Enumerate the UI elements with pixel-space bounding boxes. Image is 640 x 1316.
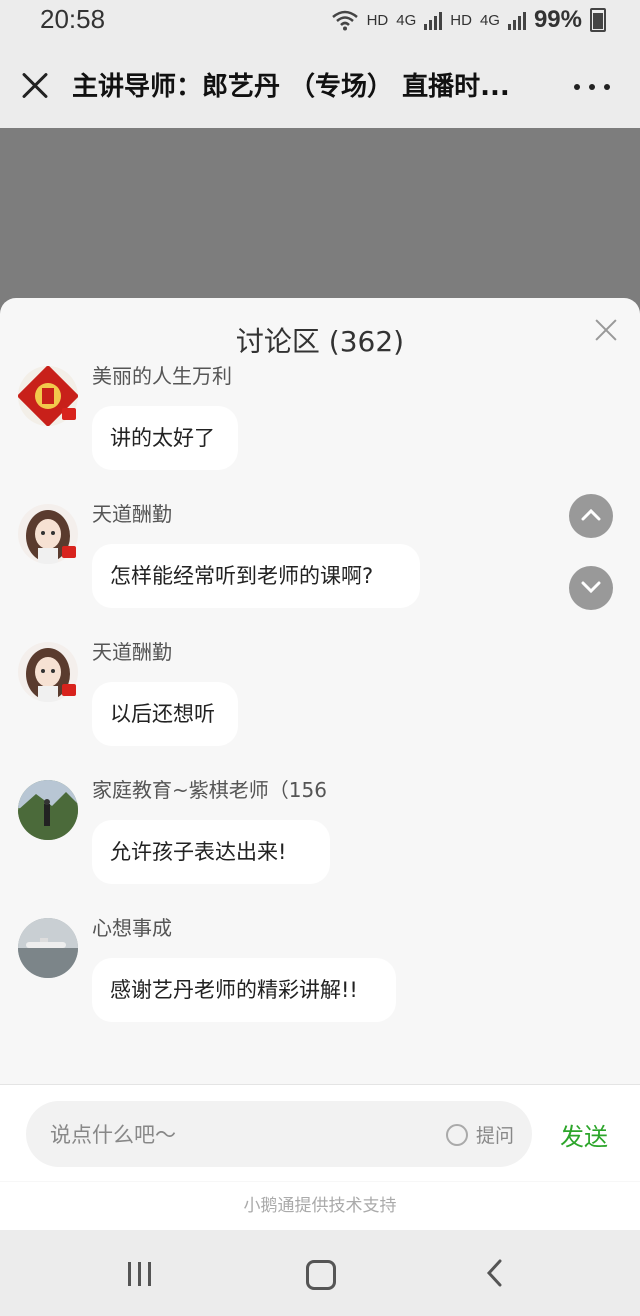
- scroll-up-button[interactable]: [569, 494, 613, 538]
- username: 天道酬勤: [92, 502, 172, 526]
- comment-box: 提问: [26, 1101, 532, 1167]
- network-label-1: 4G: [396, 11, 417, 29]
- question-radio-icon[interactable]: [446, 1123, 468, 1146]
- flag-badge-icon: [62, 546, 76, 558]
- network-label-2: 4G: [479, 11, 500, 29]
- username: 心想事成: [92, 916, 172, 940]
- chevron-up-icon: [581, 508, 601, 521]
- flag-badge-icon: [62, 408, 76, 420]
- message-bubble: 以后还想听: [92, 682, 238, 746]
- message-bubble: 感谢艺丹老师的精彩讲解!!: [92, 958, 396, 1022]
- chevron-down-icon: [581, 581, 601, 594]
- question-toggle[interactable]: 提问: [446, 1121, 514, 1148]
- discussion-title: 讨论区 (362): [235, 325, 405, 358]
- landscape-avatar-icon: [18, 780, 78, 840]
- comment-input[interactable]: [48, 1115, 432, 1155]
- home-icon[interactable]: [306, 1260, 336, 1290]
- username: 美丽的人生万利: [92, 364, 232, 388]
- input-area: 提问 发送: [0, 1084, 640, 1181]
- message-bubble: 怎样能经常听到老师的课啊?: [92, 544, 420, 608]
- recent-apps-icon[interactable]: [128, 1262, 151, 1286]
- back-icon[interactable]: [484, 1258, 504, 1288]
- video-player[interactable]: [0, 128, 640, 318]
- signal-icon: [424, 10, 443, 30]
- username: 天道酬勤: [92, 640, 172, 664]
- signal-icon: [507, 10, 526, 30]
- question-label: 提问: [476, 1125, 515, 1147]
- status-time: 20:58: [40, 4, 106, 34]
- avatar[interactable]: [18, 918, 78, 978]
- status-icons: HD 4G HD 4G 99%: [331, 6, 606, 34]
- hd-label-2: HD: [450, 11, 472, 29]
- hd-label-1: HD: [366, 11, 389, 29]
- avatar[interactable]: [18, 780, 78, 840]
- system-nav-bar: [0, 1230, 640, 1316]
- message-bubble: 讲的太好了: [92, 406, 238, 470]
- username: 家庭教育~紫棋老师（156: [92, 778, 327, 802]
- airplane-avatar-icon: [18, 918, 78, 978]
- panel-close-icon[interactable]: [594, 318, 618, 342]
- send-button[interactable]: 发送: [560, 1117, 608, 1152]
- status-bar: 20:58 HD 4G HD 4G 99%: [0, 0, 640, 44]
- flag-badge-icon: [62, 684, 76, 696]
- title-bar: 主讲导师：郎艺丹 （专场） 直播时...: [0, 44, 640, 128]
- message-bubble: 允许孩子表达出来!: [92, 820, 330, 884]
- page-title: 主讲导师：郎艺丹 （专场） 直播时...: [72, 72, 510, 102]
- scroll-down-button[interactable]: [569, 566, 613, 610]
- powered-by-footer: 小鹅通提供技术支持: [0, 1182, 640, 1230]
- battery-percent: 99%: [533, 6, 582, 33]
- wifi-icon: [331, 10, 358, 31]
- more-options-icon[interactable]: [574, 84, 610, 90]
- battery-icon: [590, 8, 606, 32]
- close-icon[interactable]: [20, 70, 50, 100]
